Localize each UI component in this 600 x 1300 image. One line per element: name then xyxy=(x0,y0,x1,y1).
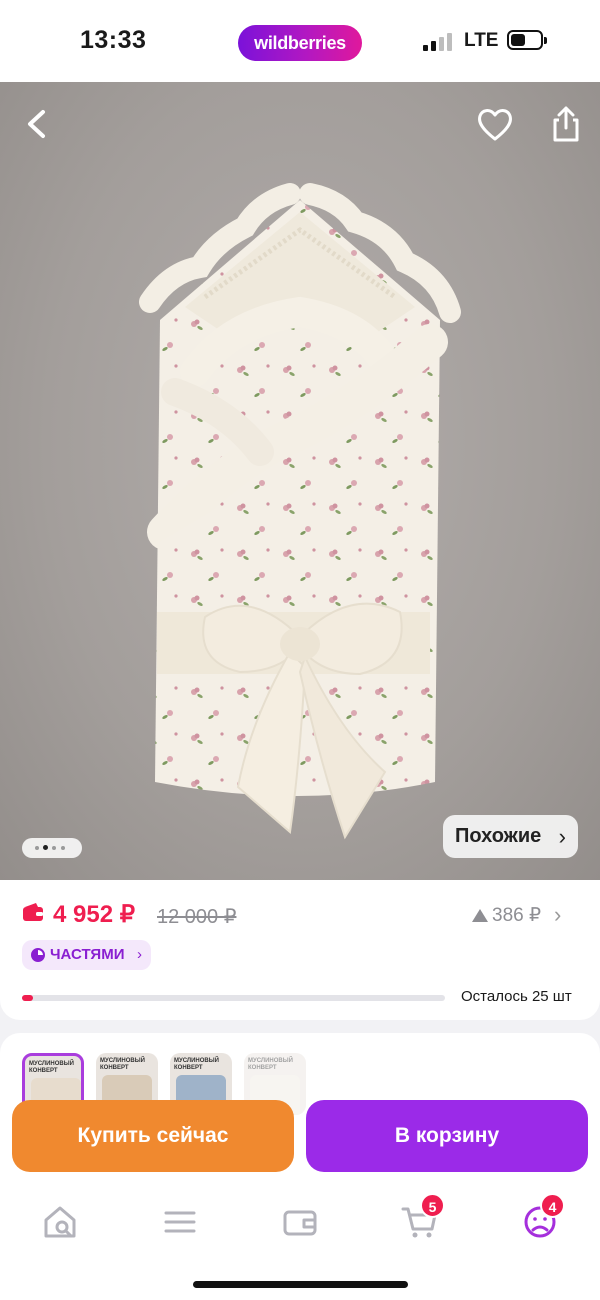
favorite-button[interactable] xyxy=(474,104,516,144)
battery-icon xyxy=(507,30,547,50)
installments-label: ЧАСТЯМИ xyxy=(50,946,125,963)
cellular-signal-icon xyxy=(423,31,453,51)
installments-button[interactable]: ЧАСТЯМИ › xyxy=(22,940,151,970)
home-search-icon xyxy=(44,1206,76,1238)
similar-products-label: Похожие xyxy=(455,825,542,847)
chevron-right-icon[interactable]: › xyxy=(554,902,561,928)
chevron-left-icon xyxy=(28,110,45,138)
similar-products-button[interactable]: Похожие › xyxy=(443,815,578,858)
tab-home[interactable] xyxy=(38,1200,82,1244)
chevron-right-icon: › xyxy=(558,824,566,849)
status-bar: 13:33 wildberries LTE xyxy=(0,0,600,82)
product-image-carousel[interactable]: Похожие › xyxy=(0,82,600,880)
stock-remaining: Осталось 25 шт xyxy=(461,988,572,1005)
stock-progress-fill xyxy=(22,995,33,1001)
share-button[interactable] xyxy=(546,102,586,146)
price-card: 4 952 ₽ 12 000 ₽ 386 ₽ › ЧАСТЯМИ › Остал… xyxy=(0,880,600,1020)
old-price: 12 000 ₽ xyxy=(157,906,237,928)
heart-icon xyxy=(478,109,512,141)
thumbnail-caption: МУСЛИНОВЫЙ КОНВЕРТ xyxy=(100,1058,145,1071)
stock-progress-bar xyxy=(22,995,445,1001)
buy-now-button[interactable]: Купить сейчас xyxy=(12,1100,294,1172)
installments-icon xyxy=(31,948,45,962)
carousel-indicator xyxy=(22,838,82,858)
profile-badge: 4 xyxy=(540,1193,565,1218)
current-price: 4 952 ₽ xyxy=(53,901,135,928)
cart-badge: 5 xyxy=(420,1193,445,1218)
triangle-up-icon xyxy=(472,909,488,922)
thumbnail-caption: МУСЛИНОВЫЙ КОНВЕРТ xyxy=(248,1058,293,1071)
catalog-menu-icon xyxy=(164,1211,196,1233)
home-indicator xyxy=(193,1281,408,1288)
network-type: LTE xyxy=(464,30,499,51)
tab-wallet[interactable] xyxy=(278,1200,322,1244)
thumbnail-caption: МУСЛИНОВЫЙ КОНВЕРТ xyxy=(29,1061,74,1074)
brand-logo: wildberries xyxy=(238,25,362,61)
tab-catalog[interactable] xyxy=(158,1200,202,1244)
share-icon xyxy=(553,106,579,142)
wallet-icon xyxy=(283,1210,317,1236)
product-photo xyxy=(139,183,461,840)
chevron-right-icon: › xyxy=(137,946,142,963)
add-to-cart-button[interactable]: В корзину xyxy=(306,1100,588,1172)
status-time: 13:33 xyxy=(80,26,147,54)
price-without-wallet[interactable]: 386 ₽ xyxy=(472,904,541,927)
back-button[interactable] xyxy=(18,102,58,146)
price-alt-value: 386 ₽ xyxy=(492,905,542,926)
thumbnail-caption: МУСЛИНОВЫЙ КОНВЕРТ xyxy=(174,1058,219,1071)
wallet-price-icon xyxy=(23,903,43,921)
